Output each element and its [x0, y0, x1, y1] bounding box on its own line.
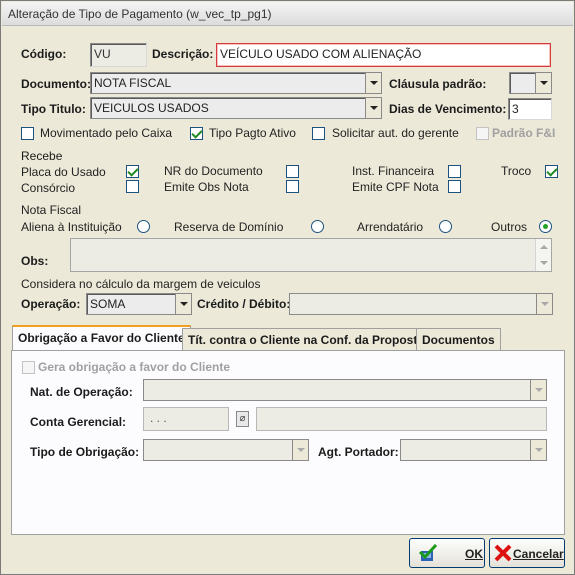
chevron-down-icon[interactable]	[530, 439, 547, 461]
inst-financeira-checkbox[interactable]	[448, 165, 461, 178]
codigo-field[interactable]: VU	[90, 43, 147, 67]
outros-label: Outros	[491, 220, 528, 234]
agt-portador-value	[400, 439, 531, 461]
operacao-dropdown[interactable]: SOMA	[86, 293, 192, 315]
consorcio-label: Consórcio	[21, 181, 76, 195]
arrendatario-label: Arrendatário	[357, 220, 424, 234]
descricao-field[interactable]: VEÍCULO USADO COM ALIENAÇÃO	[216, 43, 551, 67]
placa-usado-checkbox[interactable]	[126, 165, 139, 178]
tab-documentos[interactable]: Documentos	[416, 328, 501, 350]
chevron-down-icon[interactable]	[365, 97, 382, 119]
documento-dropdown[interactable]: NOTA FISCAL	[90, 72, 382, 94]
movimentado-label: Movimentado pelo Caixa	[40, 126, 173, 140]
tipo-obrigacao-label: Tipo de Obrigação:	[30, 445, 140, 459]
tab-panel-obrigacao: Gera obrigação a favor do Cliente Nat. d…	[11, 350, 565, 535]
nr-documento-label: NR do Documento	[164, 164, 263, 178]
credito-dropdown[interactable]	[289, 293, 553, 315]
nr-documento-checkbox[interactable]	[286, 165, 299, 178]
arrendatario-radio[interactable]	[439, 220, 452, 233]
gera-obrigacao-checkbox[interactable]	[22, 361, 35, 374]
clausula-value	[509, 72, 536, 94]
nat-operacao-label: Nat. de Operação:	[30, 385, 133, 399]
tipo-titulo-label: Tipo Titulo:	[21, 102, 86, 116]
ok-button[interactable]: OK	[409, 538, 485, 568]
tipo-pagto-ativo-checkbox[interactable]	[190, 127, 203, 140]
clausula-dropdown[interactable]	[509, 72, 552, 94]
obs-textarea[interactable]	[70, 238, 552, 272]
nat-operacao-value	[143, 379, 531, 401]
tab-obrigacao[interactable]: Obrigação a Favor do Cliente	[12, 325, 191, 351]
movimentado-checkbox[interactable]	[21, 127, 34, 140]
operacao-label: Operação:	[21, 297, 81, 311]
outros-radio[interactable]	[539, 220, 552, 233]
scroll-up-icon[interactable]	[540, 245, 548, 249]
tipo-titulo-value: VEICULOS USADOS	[90, 97, 366, 119]
inst-financeira-label: Inst. Financeira	[352, 164, 435, 178]
solicitar-aut-checkbox[interactable]	[312, 127, 325, 140]
cancel-button[interactable]: Cancelar	[489, 538, 565, 568]
reserva-label: Reserva de Domínio	[174, 220, 284, 234]
window-title: Alteração de Tipo de Pagamento (w_vec_tp…	[8, 7, 272, 21]
solicitar-aut-label: Solicitar aut. do gerente	[332, 126, 459, 140]
lookup-icon[interactable]: ⌀	[236, 411, 249, 427]
dialog-window: Alteração de Tipo de Pagamento (w_vec_tp…	[0, 0, 575, 575]
chevron-down-icon[interactable]	[292, 439, 309, 461]
ok-icon	[418, 544, 438, 561]
nota-fiscal-title: Nota Fiscal	[21, 203, 82, 217]
aliena-label: Aliena à Instituição	[21, 220, 122, 234]
placa-usado-label: Placa do Usado	[21, 165, 106, 179]
documento-label: Documento:	[21, 77, 91, 91]
clausula-label: Cláusula padrão:	[389, 77, 487, 91]
chevron-down-icon[interactable]	[535, 72, 552, 94]
credito-label: Crédito / Débito:	[197, 297, 291, 311]
chevron-down-icon[interactable]	[536, 293, 553, 315]
close-icon	[494, 544, 512, 562]
aliena-radio[interactable]	[137, 220, 150, 233]
reserva-radio[interactable]	[311, 220, 324, 233]
descricao-label: Descrição:	[152, 47, 214, 61]
emite-obs-label: Emite Obs Nota	[164, 180, 249, 194]
chevron-down-icon[interactable]	[530, 379, 547, 401]
emite-cpf-label: Emite CPF Nota	[352, 180, 439, 194]
obs-scrollbar[interactable]	[535, 239, 551, 271]
margem-title: Considera no cálculo da margem de veicul…	[21, 277, 261, 291]
conta-gerencial-label: Conta Gerencial:	[30, 415, 127, 429]
emite-obs-checkbox[interactable]	[286, 180, 299, 193]
agt-portador-dropdown[interactable]	[400, 439, 547, 461]
codigo-label: Código:	[21, 47, 67, 61]
tipo-titulo-dropdown[interactable]: VEICULOS USADOS	[90, 97, 382, 119]
scroll-down-icon[interactable]	[540, 261, 548, 265]
dias-field[interactable]: 3	[508, 98, 552, 120]
tipo-pagto-ativo-label: Tipo Pagto Ativo	[209, 126, 296, 140]
dias-label: Dias de Vencimento:	[389, 102, 507, 116]
padrao-fi-label: Padrão F&I	[492, 126, 556, 140]
consorcio-checkbox[interactable]	[126, 180, 139, 193]
tipo-obrigacao-value	[143, 439, 293, 461]
documento-value: NOTA FISCAL	[90, 72, 366, 94]
troco-checkbox[interactable]	[545, 165, 558, 178]
dialog-body: Código: VU Descrição: VEÍCULO USADO COM …	[2, 27, 573, 573]
tipo-obrigacao-dropdown[interactable]	[143, 439, 309, 461]
padrao-fi-checkbox[interactable]	[476, 127, 489, 140]
conta-gerencial-desc[interactable]	[256, 407, 547, 431]
chevron-down-icon[interactable]	[175, 293, 192, 315]
nat-operacao-dropdown[interactable]	[143, 379, 547, 401]
troco-label: Troco	[501, 164, 532, 178]
tab-titulo-contra-cliente[interactable]: Tít. contra o Cliente na Conf. da Propos…	[182, 328, 431, 350]
chevron-down-icon[interactable]	[365, 72, 382, 94]
ok-label: OK	[465, 547, 483, 561]
gera-obrigacao-label: Gera obrigação a favor do Cliente	[38, 360, 231, 374]
operacao-value: SOMA	[86, 293, 176, 315]
conta-gerencial-code[interactable]: . . .	[143, 407, 229, 431]
cancel-label: Cancelar	[513, 547, 564, 561]
emite-cpf-checkbox[interactable]	[448, 180, 461, 193]
credito-value	[289, 293, 537, 315]
title-bar[interactable]: Alteração de Tipo de Pagamento (w_vec_tp…	[2, 2, 573, 26]
agt-portador-label: Agt. Portador:	[318, 445, 399, 459]
recebe-title: Recebe	[21, 149, 63, 163]
obs-label: Obs:	[21, 254, 49, 268]
